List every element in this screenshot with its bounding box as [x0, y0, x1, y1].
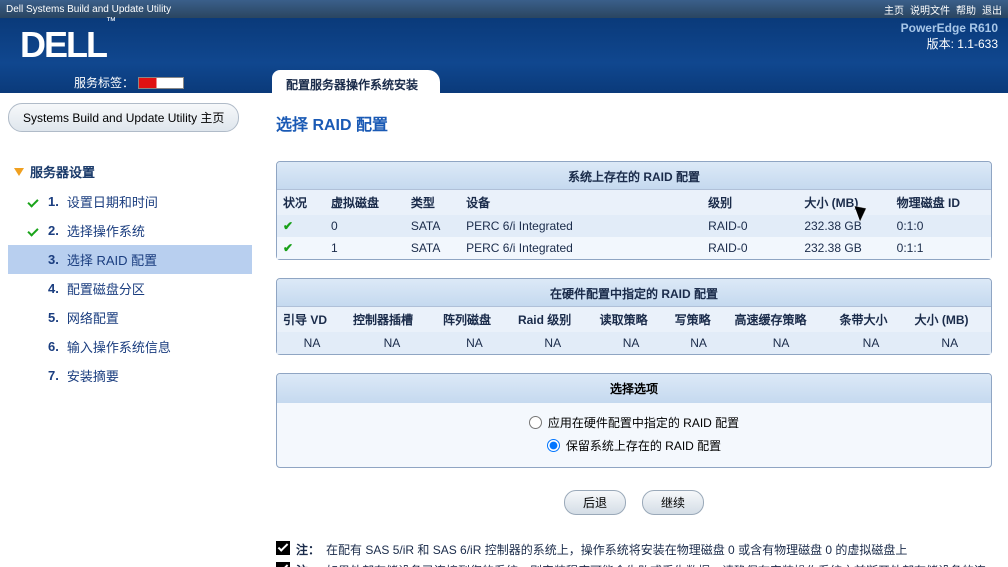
active-tab[interactable]: 配置服务器操作系统安装: [272, 70, 440, 97]
titlebar-link-docs[interactable]: 说明文件: [910, 2, 950, 17]
back-button[interactable]: 后退: [564, 490, 626, 515]
options-panel: 选择选项 应用在硬件配置中指定的 RAID 配置 保留系统上存在的 RAID 配…: [276, 373, 992, 468]
service-tag-row: 服务标签：: [74, 74, 184, 91]
nav-item-partition[interactable]: 4. 配置磁盘分区: [8, 274, 252, 303]
service-tag-value: [138, 77, 184, 89]
check-icon: [26, 224, 40, 238]
nav-item-raid[interactable]: 3. 选择 RAID 配置: [8, 245, 252, 274]
service-tag-label: 服务标签：: [74, 74, 134, 91]
titlebar-link-exit[interactable]: 退出: [982, 2, 1002, 17]
chevron-down-icon: [14, 168, 24, 176]
check-icon: [26, 195, 40, 209]
options-title: 选择选项: [277, 374, 991, 403]
nav: 服务器设置 1. 设置日期和时间 2. 选择操作系统 3. 选择 RAID 配置…: [8, 156, 252, 390]
table-row: ✔ 0 SATA PERC 6/i Integrated RAID-0 232.…: [277, 215, 991, 237]
content: 选择 RAID 配置 系统上存在的 RAID 配置 状况 虚拟磁盘 类型 设备 …: [260, 93, 1008, 567]
hw-raid-panel: 在硬件配置中指定的 RAID 配置 引导 VD 控制器插槽 阵列磁盘 Raid …: [276, 278, 992, 355]
version-label: 版本: 1.1-633: [901, 35, 998, 52]
page-title: 选择 RAID 配置: [276, 111, 992, 135]
radio-keep-existing[interactable]: [547, 439, 560, 452]
hw-raid-table: 引导 VD 控制器插槽 阵列磁盘 Raid 级别 读取策略 写策略 高速缓存策略…: [277, 307, 991, 354]
option-keep-existing[interactable]: 保留系统上存在的 RAID 配置: [277, 434, 991, 457]
titlebar-link-help[interactable]: 帮助: [956, 2, 976, 17]
product-name: PowerEdge R610: [901, 21, 998, 35]
note-row: 注： 在配有 SAS 5/iR 和 SAS 6/iR 控制器的系统上，操作系统将…: [276, 541, 992, 558]
table-row: NA NA NA NA NA NA NA NA NA: [277, 332, 991, 354]
nav-item-datetime[interactable]: 1. 设置日期和时间: [8, 187, 252, 216]
window-title: Dell Systems Build and Update Utility: [6, 4, 171, 15]
radio-apply-hw[interactable]: [529, 416, 542, 429]
check-icon: ✔: [277, 237, 325, 259]
note-icon: [276, 541, 290, 555]
sidebar: Systems Build and Update Utility 主页 服务器设…: [0, 93, 260, 567]
existing-raid-panel: 系统上存在的 RAID 配置 状况 虚拟磁盘 类型 设备 级别 大小 (MB) …: [276, 161, 992, 260]
nav-item-os[interactable]: 2. 选择操作系统: [8, 216, 252, 245]
nav-item-osinfo[interactable]: 6. 输入操作系统信息: [8, 332, 252, 361]
dell-logo: DELL™: [20, 24, 114, 66]
home-button[interactable]: Systems Build and Update Utility 主页: [8, 103, 239, 132]
nav-item-summary[interactable]: 7. 安装摘要: [8, 361, 252, 390]
header: DELL™ PowerEdge R610 版本: 1.1-633 服务标签：: [0, 18, 1008, 93]
table-row: ✔ 1 SATA PERC 6/i Integrated RAID-0 232.…: [277, 237, 991, 259]
existing-raid-table: 状况 虚拟磁盘 类型 设备 级别 大小 (MB) 物理磁盘 ID ✔ 0 SAT…: [277, 190, 991, 259]
note-icon: [276, 562, 290, 567]
nav-section-head[interactable]: 服务器设置: [8, 156, 252, 187]
continue-button[interactable]: 继续: [642, 490, 704, 515]
nav-section-title: 服务器设置: [30, 162, 95, 181]
button-row: 后退 继续: [276, 490, 992, 515]
window-titlebar: Dell Systems Build and Update Utility 主页…: [0, 0, 1008, 18]
titlebar-link-home[interactable]: 主页: [884, 2, 904, 17]
check-icon: ✔: [277, 215, 325, 237]
product-info: PowerEdge R610 版本: 1.1-633: [901, 21, 998, 52]
nav-item-network[interactable]: 5. 网络配置: [8, 303, 252, 332]
option-apply-hw[interactable]: 应用在硬件配置中指定的 RAID 配置: [277, 411, 991, 434]
notes: 注： 在配有 SAS 5/iR 和 SAS 6/iR 控制器的系统上，操作系统将…: [276, 541, 992, 567]
note-row: 注： 如果外部存储设备已连接到您的系统，则安装程序可能会失败或丢失数据。请确保在…: [276, 562, 992, 567]
panel-title: 在硬件配置中指定的 RAID 配置: [277, 279, 991, 307]
panel-title: 系统上存在的 RAID 配置: [277, 162, 991, 190]
titlebar-links: 主页 说明文件 帮助 退出: [884, 2, 1002, 17]
